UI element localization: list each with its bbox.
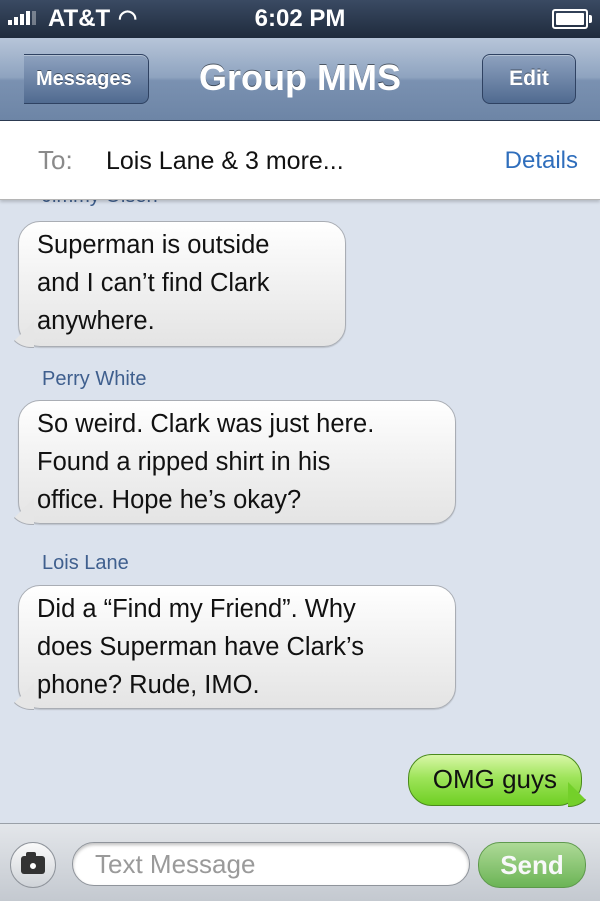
back-button[interactable]: Messages bbox=[24, 54, 149, 104]
bubble-tail bbox=[7, 683, 34, 710]
sender-name: Jimmy Olsen bbox=[42, 199, 158, 208]
send-button[interactable]: Send bbox=[478, 842, 586, 888]
message-line: Did a “Find my Friend”. Why bbox=[37, 595, 356, 623]
sent-message-text: OMG guys bbox=[432, 764, 557, 794]
message-input-bar: Send bbox=[0, 823, 600, 901]
to-label: To: bbox=[38, 145, 73, 175]
message-line: phone? Rude, IMO. bbox=[37, 671, 260, 699]
recipients-field: To: Lois Lane & 3 more... Details bbox=[0, 121, 600, 200]
sent-message-bubble[interactable]: OMG guys bbox=[407, 754, 593, 807]
message-bubble[interactable]: Superman is outside and I can’t find Cla… bbox=[7, 221, 346, 348]
recipients-value[interactable]: Lois Lane & 3 more... bbox=[106, 147, 344, 176]
camera-button[interactable] bbox=[10, 842, 56, 888]
message-input[interactable] bbox=[72, 842, 470, 886]
battery-icon bbox=[552, 9, 592, 29]
page-title: Group MMS bbox=[199, 57, 401, 98]
status-bar: AT&T ◠ 6:02 PM bbox=[0, 0, 600, 38]
message-line: Found a ripped shirt in his bbox=[37, 448, 331, 476]
message-line: does Superman have Clark’s bbox=[37, 633, 364, 661]
sender-name: Perry White bbox=[42, 368, 147, 390]
message-bubble[interactable]: So weird. Clark was just here. Found a r… bbox=[7, 400, 456, 525]
clock: 6:02 PM bbox=[254, 5, 346, 32]
navigation-bar: Messages Group MMS Edit bbox=[0, 38, 600, 121]
message-thread[interactable]: Jimmy Olsen Superman is outside and I ca… bbox=[0, 199, 600, 823]
message-line: office. Hope he’s okay? bbox=[37, 486, 302, 514]
edit-button[interactable]: Edit bbox=[482, 54, 576, 104]
message-line: anywhere. bbox=[37, 307, 155, 335]
message-line: Superman is outside bbox=[37, 231, 270, 259]
sender-name: Lois Lane bbox=[42, 552, 129, 574]
message-line: and I can’t find Clark bbox=[37, 269, 270, 297]
message-line: So weird. Clark was just here. bbox=[37, 410, 375, 438]
bubble-tail bbox=[7, 321, 34, 348]
back-button-label: Messages bbox=[36, 68, 132, 90]
message-bubble[interactable]: Did a “Find my Friend”. Why does Superma… bbox=[7, 585, 456, 710]
camera-icon-lens bbox=[27, 860, 39, 872]
bubble-tail bbox=[568, 782, 593, 807]
details-button[interactable]: Details bbox=[505, 147, 578, 175]
bubble-tail bbox=[7, 498, 34, 525]
